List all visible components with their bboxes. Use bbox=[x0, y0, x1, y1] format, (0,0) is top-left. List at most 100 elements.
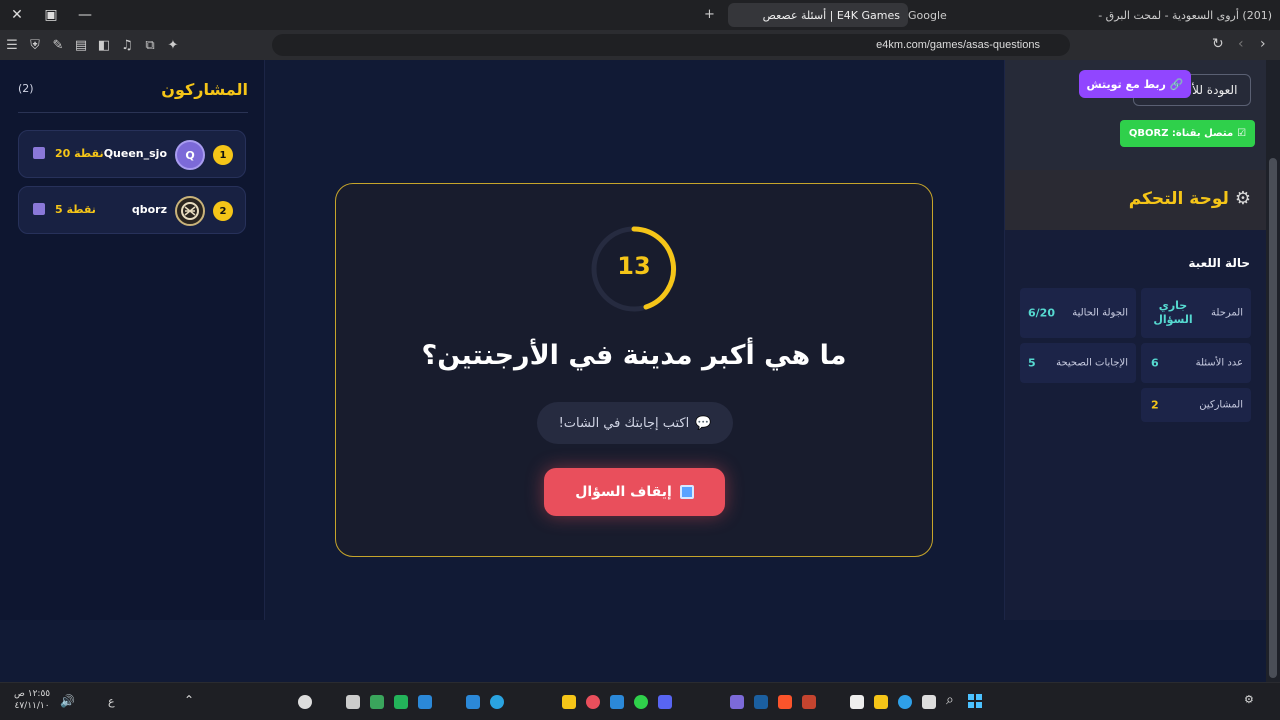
avatar: Q bbox=[175, 140, 205, 170]
stat-label: الإجابات الصحيحة bbox=[1056, 357, 1128, 369]
participant-card: 2 qborz 5 نقطة bbox=[18, 186, 246, 234]
music-icon[interactable]: ♫ bbox=[116, 34, 138, 56]
clock-time: ١٢:٥٥ ص bbox=[14, 689, 51, 699]
stop-icon bbox=[679, 485, 694, 499]
app-icon[interactable] bbox=[346, 695, 360, 709]
tab-active[interactable]: E4K Games | أسئلة عصعص bbox=[728, 3, 908, 27]
chevron-up-icon[interactable]: ⌃ bbox=[184, 693, 194, 707]
search-icon[interactable]: ⌕ bbox=[946, 692, 954, 708]
telegram-icon[interactable] bbox=[490, 695, 504, 709]
hint-text: اكتب إجابتك في الشات! bbox=[558, 415, 690, 431]
screenshot-icon[interactable]: ⧉ bbox=[139, 34, 161, 56]
participants-count: (2) bbox=[18, 82, 34, 95]
scrollbar-thumb[interactable] bbox=[1269, 158, 1277, 678]
page-scrollbar[interactable] bbox=[1266, 60, 1280, 682]
app-icon[interactable] bbox=[298, 695, 312, 709]
connected-label: متصل بقناة: QBORZ bbox=[1128, 128, 1234, 139]
stop-question-button[interactable]: إيقاف السؤال bbox=[544, 468, 725, 516]
timer-value: 13 bbox=[617, 252, 651, 280]
stat-value: 5 bbox=[1028, 356, 1036, 370]
control-title: ⚙ لوحة التحكم bbox=[1129, 188, 1251, 209]
participant-name: Queen_sjo bbox=[103, 147, 167, 160]
app-icon[interactable] bbox=[418, 695, 432, 709]
close-window-icon[interactable]: ✕ bbox=[0, 0, 34, 30]
language-indicator[interactable]: ع bbox=[108, 695, 115, 708]
participants-title: المشاركون bbox=[161, 80, 248, 99]
app-icon[interactable] bbox=[586, 695, 600, 709]
question-card: 13 ما هي أكبر مدينة في الأرجنتين؟ 💬 اكتب… bbox=[335, 183, 933, 557]
shield-icon[interactable]: ⛨ bbox=[24, 34, 46, 56]
stat-label: المرحلة bbox=[1211, 307, 1243, 319]
app-icon[interactable] bbox=[370, 695, 384, 709]
app-icon[interactable] bbox=[922, 695, 936, 709]
stat-phase: المرحلة جاري السؤال bbox=[1141, 288, 1251, 338]
stat-label: الجولة الحالية bbox=[1072, 307, 1128, 319]
stat-correct: الإجابات الصحيحة 5 bbox=[1020, 343, 1136, 383]
app-icon[interactable] bbox=[610, 695, 624, 709]
browser-titlebar: ✕ ▣ — bbox=[0, 0, 1280, 30]
xbox-icon[interactable] bbox=[634, 695, 648, 709]
steam-icon[interactable] bbox=[754, 695, 768, 709]
divider bbox=[18, 112, 248, 113]
stat-value: 6 bbox=[1151, 356, 1159, 370]
menu-icon[interactable]: ☰ bbox=[1, 34, 23, 56]
avatar bbox=[175, 196, 205, 226]
stat-participants: المشاركين 2 bbox=[1141, 388, 1251, 422]
discord-icon[interactable] bbox=[658, 695, 672, 709]
tab-youtube-label: (201) أروى السعودية - لمحت البرق - ... bbox=[1098, 8, 1272, 22]
control-header: ⚙ لوحة التحكم bbox=[1005, 170, 1267, 230]
link-icon: 🔗 bbox=[1169, 77, 1184, 91]
tab-youtube[interactable]: (201) أروى السعودية - لمحت البرق - ... bbox=[1098, 3, 1280, 27]
participant-points: 20 نقطة bbox=[55, 147, 104, 160]
participant-name: qborz bbox=[131, 203, 167, 216]
participant-card: 1 Q Queen_sjo 20 نقطة bbox=[18, 130, 246, 178]
control-title-text: لوحة التحكم bbox=[1128, 188, 1229, 209]
folder-icon[interactable] bbox=[874, 695, 888, 709]
game-status-title: حالة اللعبة bbox=[1188, 256, 1250, 270]
control-top: العودة للألعاب ⟵ 🔗 ربط مع تويتش ☑ متصل ب… bbox=[1005, 60, 1267, 170]
address-bar[interactable]: e4km.com/games/asas-questions bbox=[272, 34, 1070, 56]
control-panel: العودة للألعاب ⟵ 🔗 ربط مع تويتش ☑ متصل ب… bbox=[1004, 60, 1267, 620]
participant-points: 5 نقطة bbox=[55, 203, 96, 216]
pin-icon[interactable]: ✎ bbox=[47, 34, 69, 56]
app-icon[interactable] bbox=[730, 695, 744, 709]
logo-icon bbox=[181, 202, 199, 220]
reader-icon[interactable]: ▤ bbox=[70, 34, 92, 56]
clapperboard-icon bbox=[33, 147, 45, 159]
clock[interactable]: ١٢:٥٥ ص ٤٧/١١/١٠ bbox=[14, 688, 50, 712]
stat-value: 2 bbox=[1151, 398, 1159, 412]
rank-badge: 2 bbox=[213, 201, 233, 221]
answer-hint: 💬 اكتب إجابتك في الشات! bbox=[537, 402, 733, 444]
sidebar-icon[interactable]: ◧ bbox=[93, 34, 115, 56]
back-icon[interactable]: › bbox=[1260, 36, 1266, 52]
brave-icon[interactable] bbox=[778, 695, 792, 709]
notification-icon[interactable]: ⚙ bbox=[1244, 693, 1254, 706]
stat-value: 6/20 bbox=[1028, 306, 1055, 320]
tab-active-label: E4K Games | أسئلة عصعص bbox=[762, 8, 900, 22]
app-icon[interactable] bbox=[562, 695, 576, 709]
question-text: ما هي أكبر مدينة في الأرجنتين؟ bbox=[421, 340, 847, 371]
app-icon[interactable] bbox=[802, 695, 816, 709]
store-icon[interactable] bbox=[850, 695, 864, 709]
app-icon[interactable] bbox=[394, 695, 408, 709]
extensions-icon[interactable]: ✦ bbox=[162, 34, 184, 56]
stat-value: جاري السؤال bbox=[1153, 299, 1193, 326]
twitch-label: ربط مع تويتش bbox=[1086, 77, 1166, 91]
twitch-connect-button[interactable]: 🔗 ربط مع تويتش bbox=[1079, 70, 1191, 98]
url-text[interactable]: e4km.com/games/asas-questions bbox=[876, 39, 1040, 51]
minimize-window-icon[interactable]: — bbox=[68, 0, 102, 30]
volume-icon[interactable]: 🔊 bbox=[60, 694, 75, 708]
windows-start-icon[interactable] bbox=[968, 694, 982, 708]
forward-icon[interactable]: ‹ bbox=[1238, 36, 1244, 52]
windows-taskbar: ١٢:٥٥ ص ٤٧/١١/١٠ 🔊 ع ⌃ ⌕ ⚙ bbox=[0, 682, 1280, 720]
restore-window-icon[interactable]: ▣ bbox=[34, 0, 68, 30]
reload-icon[interactable]: ↻ bbox=[1212, 36, 1224, 52]
gear-icon: ⚙ bbox=[1234, 188, 1251, 209]
clock-date: ٤٧/١١/١٠ bbox=[14, 701, 50, 711]
tab-google[interactable]: Google bbox=[900, 3, 1040, 27]
app-icon[interactable] bbox=[466, 695, 480, 709]
new-tab-button[interactable]: + bbox=[704, 7, 715, 22]
edge-icon[interactable] bbox=[898, 695, 912, 709]
game-page: المشاركون (2) 1 Q Queen_sjo 20 نقطة 2 qb… bbox=[0, 60, 1280, 682]
stat-label: المشاركين bbox=[1199, 399, 1243, 411]
